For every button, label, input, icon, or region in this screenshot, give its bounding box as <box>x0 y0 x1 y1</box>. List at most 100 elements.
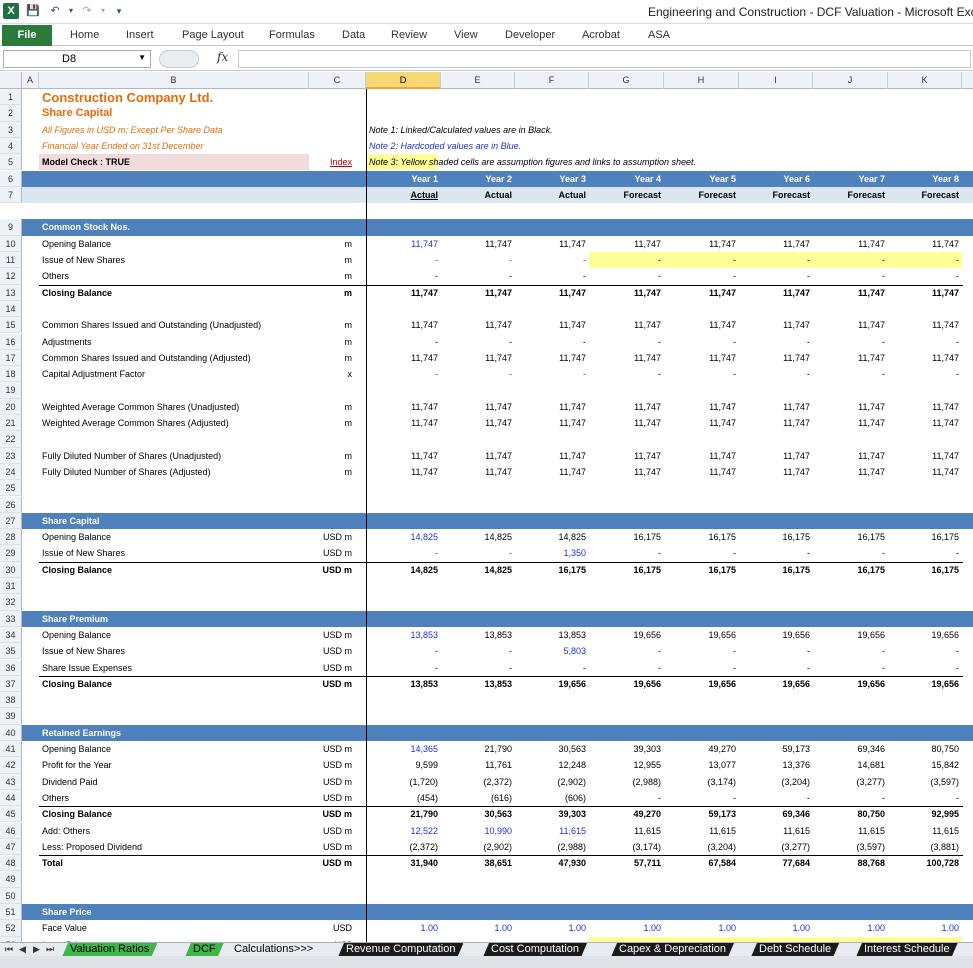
value-cell[interactable]: 1.00 <box>664 920 739 936</box>
tab-acrobat[interactable]: Acrobat <box>582 29 620 41</box>
row-label[interactable]: Issue of New Shares <box>39 643 309 659</box>
year-label[interactable]: Year 5 <box>664 171 739 187</box>
unit-cell[interactable]: m <box>309 268 366 284</box>
value-cell[interactable]: 11,747 <box>515 350 589 366</box>
index-link[interactable]: Index <box>309 154 366 170</box>
value-cell[interactable]: 16,175 <box>888 529 962 545</box>
value-cell[interactable]: 11,747 <box>813 285 888 301</box>
value-cell[interactable]: - <box>888 545 962 561</box>
value-cell[interactable]: 13,853 <box>515 627 589 643</box>
sheet-tab[interactable]: DCF <box>185 943 224 957</box>
value-cell[interactable]: 11,615 <box>888 823 962 839</box>
value-cell[interactable]: 11,615 <box>739 823 813 839</box>
value-cell[interactable]: (2,902) <box>515 774 589 790</box>
value-cell[interactable]: - <box>589 268 664 284</box>
redo-dropdown-icon[interactable]: ▾ <box>96 4 110 18</box>
value-cell[interactable]: 11,747 <box>366 399 441 415</box>
value-cell[interactable]: 11,747 <box>888 317 962 333</box>
value-cell[interactable]: 11,747 <box>813 236 888 252</box>
row-label[interactable]: Fully Diluted Number of Shares (Adjusted… <box>39 464 309 480</box>
value-cell[interactable]: 11,615 <box>664 823 739 839</box>
value-cell[interactable]: - <box>589 660 664 676</box>
value-cell[interactable]: - <box>441 545 515 561</box>
value-cell[interactable]: - <box>589 366 664 382</box>
value-cell[interactable]: (3,277) <box>813 774 888 790</box>
year-label[interactable]: Year 6 <box>739 171 813 187</box>
value-cell[interactable]: (3,174) <box>589 839 664 855</box>
unit-cell[interactable]: m <box>309 334 366 350</box>
value-cell[interactable]: 57,711 <box>589 855 664 871</box>
row-header[interactable]: 37 <box>0 675 22 693</box>
tab-home[interactable]: Home <box>70 29 99 41</box>
value-cell[interactable]: 1.00 <box>888 920 962 936</box>
value-cell[interactable]: 100,728 <box>888 855 962 871</box>
value-cell[interactable]: 16,175 <box>813 562 888 578</box>
value-cell[interactable]: - <box>366 545 441 561</box>
value-cell[interactable]: 11,747 <box>888 285 962 301</box>
row-header[interactable]: 10 <box>0 235 22 252</box>
value-cell[interactable]: 11,747 <box>441 236 515 252</box>
tab-asa[interactable]: ASA <box>648 29 670 41</box>
column-header-e[interactable]: E <box>441 72 515 89</box>
company-title[interactable]: Construction Company Ltd. <box>39 89 309 105</box>
row-label[interactable]: Opening Balance <box>39 741 309 757</box>
row-label[interactable]: Common Shares Issued and Outstanding (Ad… <box>39 350 309 366</box>
value-cell[interactable]: - <box>589 252 664 269</box>
period-label[interactable]: Forecast <box>888 187 962 203</box>
row-header[interactable]: 16 <box>0 333 22 350</box>
value-cell[interactable]: - <box>441 366 515 382</box>
row-label[interactable]: Add: Others <box>39 823 309 839</box>
value-cell[interactable]: 11,747 <box>366 448 441 464</box>
period-label[interactable]: Forecast <box>589 187 664 203</box>
tab-review[interactable]: Review <box>391 29 427 41</box>
value-cell[interactable]: 11,747 <box>515 285 589 301</box>
value-cell[interactable]: - <box>813 252 888 269</box>
row-label[interactable]: Share Price <box>39 904 309 920</box>
value-cell[interactable]: (2,988) <box>589 774 664 790</box>
row-header[interactable]: 27 <box>0 512 22 530</box>
value-cell[interactable]: 11,615 <box>813 823 888 839</box>
value-cell[interactable]: (3,204) <box>664 839 739 855</box>
value-cell[interactable]: 21,790 <box>441 741 515 757</box>
row-label[interactable]: Closing Balance <box>39 285 309 301</box>
insert-function-icon[interactable]: fx <box>217 50 228 64</box>
value-cell[interactable]: 30,563 <box>441 806 515 822</box>
value-cell[interactable]: - <box>888 643 962 659</box>
value-cell[interactable]: 19,656 <box>813 627 888 643</box>
value-cell[interactable]: 11,747 <box>813 350 888 366</box>
worksheet-grid[interactable]: 1 Construction Company Ltd. 2 Share Capi… <box>0 89 973 942</box>
row-header[interactable]: 5 <box>0 154 22 171</box>
value-cell[interactable]: 11,747 <box>739 415 813 431</box>
row-label[interactable]: Retained Earnings <box>39 725 309 741</box>
excel-app-icon[interactable]: X <box>3 3 19 19</box>
unit-cell[interactable]: m <box>309 415 366 431</box>
value-cell[interactable]: 77,684 <box>739 855 813 871</box>
year-label[interactable]: Year 8 <box>888 171 962 187</box>
row-label[interactable]: Issue of New Shares <box>39 252 309 268</box>
value-cell[interactable]: - <box>664 643 739 659</box>
value-cell[interactable]: - <box>739 790 813 806</box>
value-cell[interactable]: - <box>813 790 888 806</box>
row-header[interactable]: 44 <box>0 789 22 807</box>
value-cell[interactable]: 11,747 <box>515 236 589 252</box>
name-box[interactable]: D8 ▼ <box>3 50 151 68</box>
row-label[interactable]: Common Stock Nos. <box>39 219 309 235</box>
value-cell[interactable]: 9,599 <box>366 757 441 773</box>
value-cell[interactable]: - <box>813 660 888 676</box>
formula-input[interactable] <box>238 50 971 68</box>
period-label[interactable]: Actual <box>441 187 515 203</box>
row-header[interactable]: 47 <box>0 838 22 856</box>
value-cell[interactable]: (2,372) <box>441 774 515 790</box>
unit-cell[interactable]: m <box>309 464 366 480</box>
select-all-corner[interactable] <box>0 72 22 89</box>
year-label[interactable]: Year 3 <box>515 171 589 187</box>
year-label[interactable]: Year 4 <box>589 171 664 187</box>
row-header[interactable]: 17 <box>0 349 22 367</box>
model-check[interactable]: Model Check : TRUE <box>39 154 309 171</box>
row-header[interactable]: 51 <box>0 904 22 921</box>
tab-formulas[interactable]: Formulas <box>269 29 315 41</box>
unit-cell[interactable]: USD <box>309 920 366 936</box>
tab-developer[interactable]: Developer <box>505 29 555 41</box>
row-header[interactable]: 52 <box>0 920 22 937</box>
unit-cell[interactable]: USD m <box>309 627 366 643</box>
